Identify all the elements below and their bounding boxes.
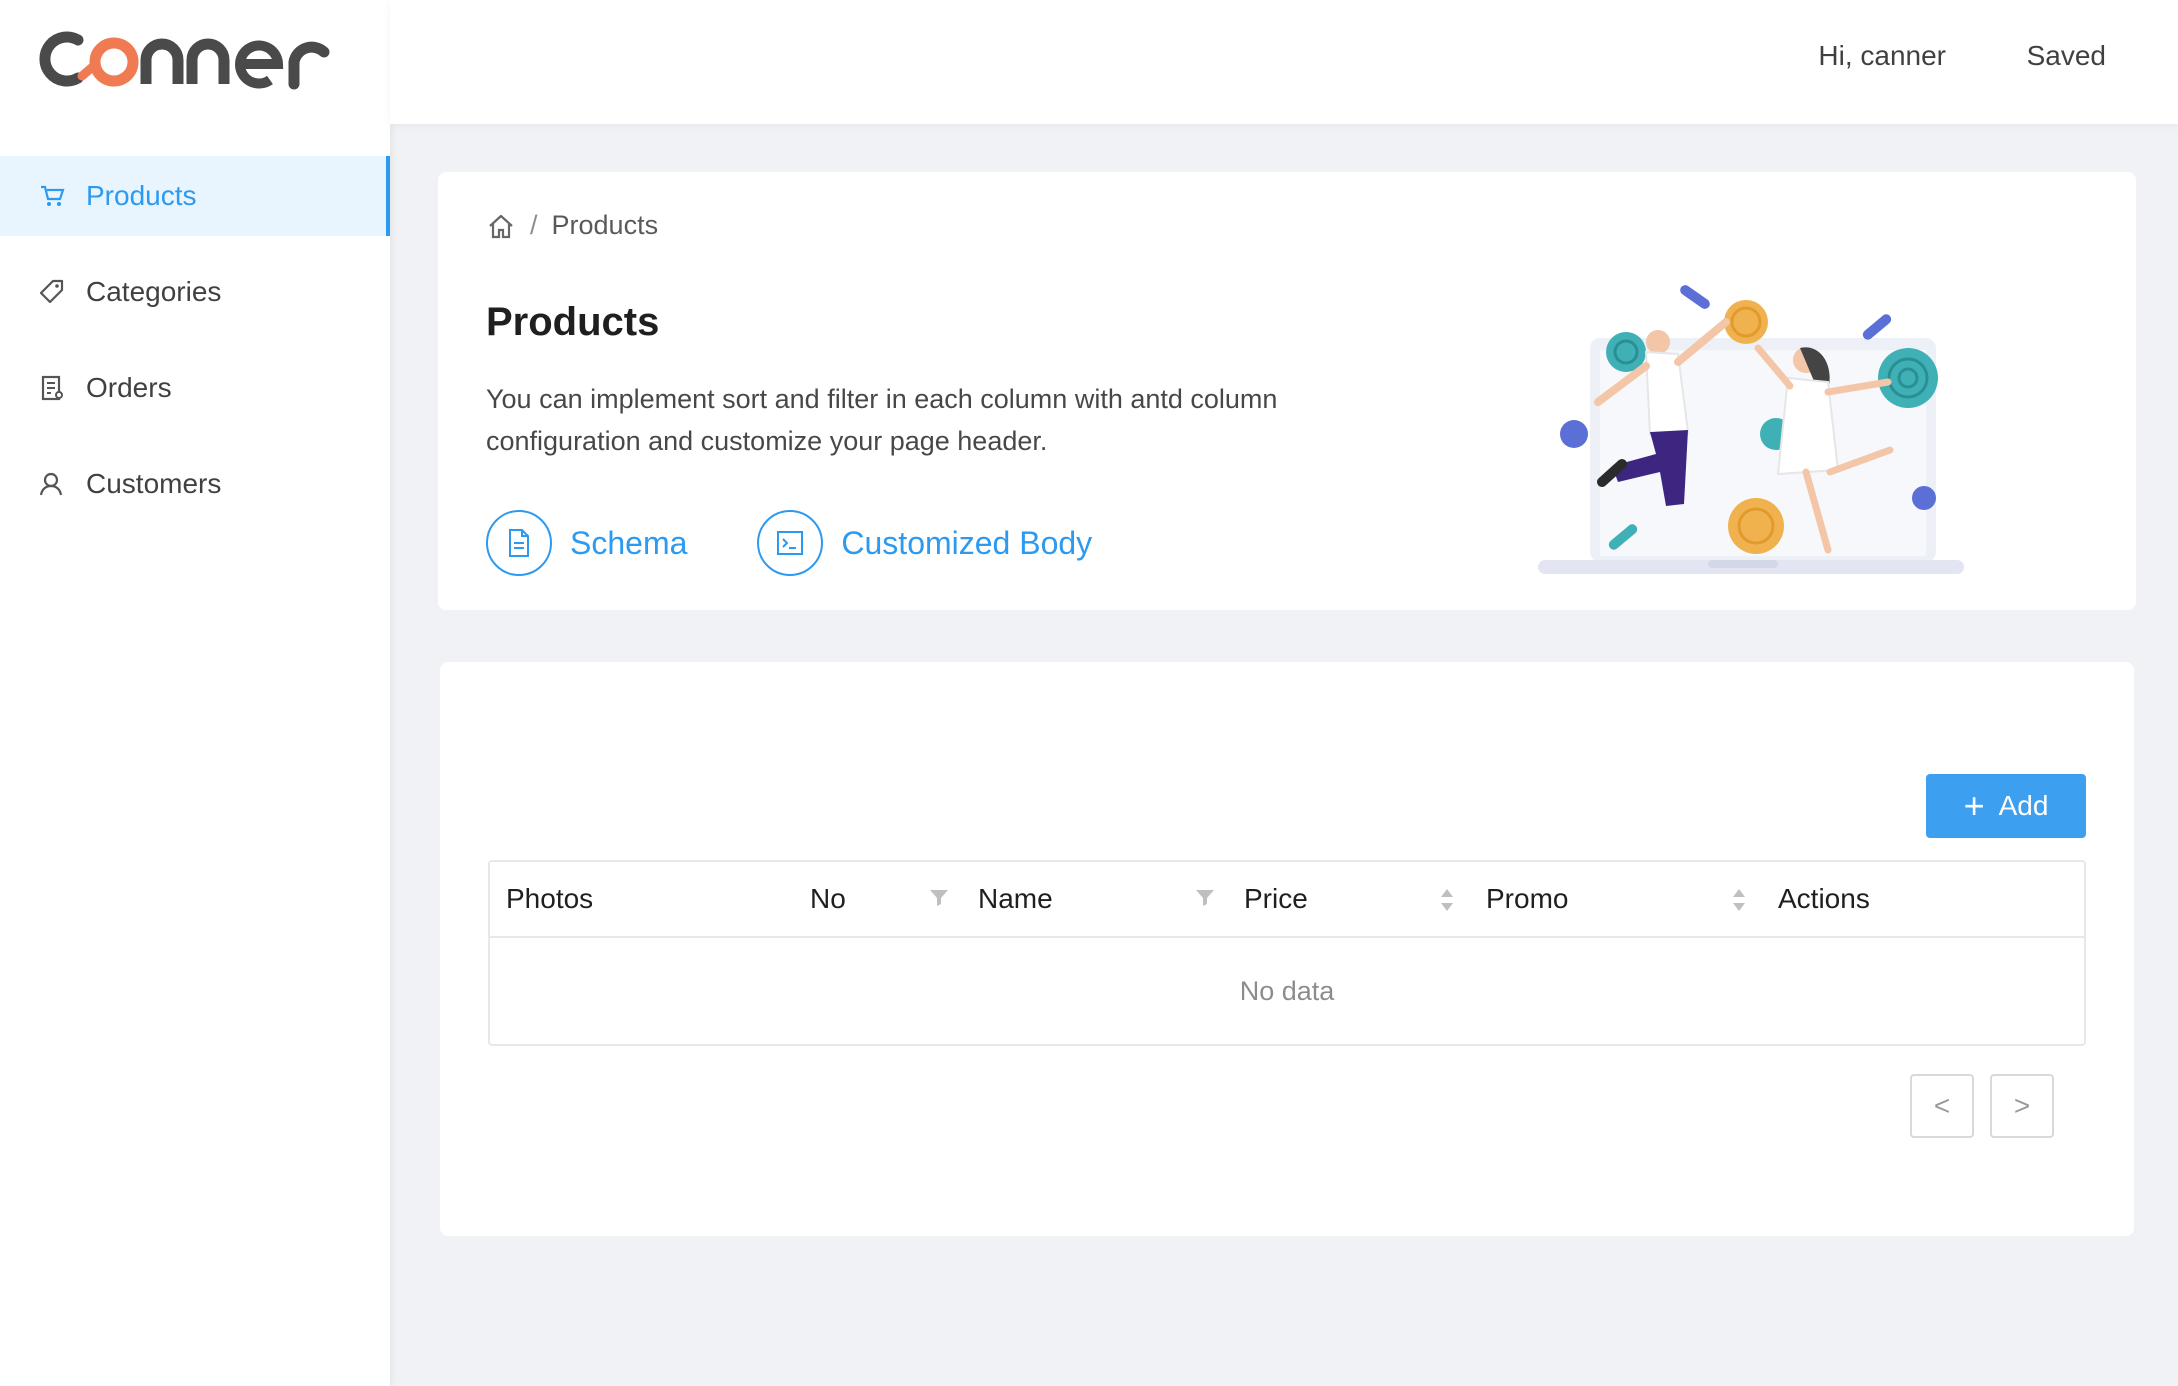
page-header-illustration	[1538, 282, 1978, 592]
chevron-right-icon: >	[2013, 1090, 2031, 1121]
column-header-name[interactable]: Name	[978, 862, 1053, 936]
column-header-price[interactable]: Price	[1244, 862, 1308, 936]
column-header-no[interactable]: No	[810, 862, 846, 936]
plus-icon: +	[1963, 785, 1985, 826]
column-label: No	[810, 883, 846, 914]
column-label: Promo	[1486, 883, 1569, 914]
sidebar: Products Categories Orders Customers	[0, 0, 390, 1386]
canner-logo[interactable]	[38, 26, 344, 90]
sidebar-item-customers[interactable]: Customers	[0, 444, 390, 524]
column-header-photos: Photos	[506, 862, 593, 936]
table-header: Photos No Name Price Promo Actions	[490, 862, 2084, 938]
breadcrumb-separator: /	[530, 210, 538, 240]
add-button-label: Add	[1998, 790, 2049, 821]
column-label: Actions	[1778, 883, 1870, 914]
products-table: Photos No Name Price Promo Actions No da…	[488, 860, 2086, 1046]
sort-icon[interactable]	[1730, 886, 1748, 919]
customized-body-link[interactable]: Customized Body	[757, 510, 1092, 576]
pagination-next-button[interactable]: >	[1990, 1074, 2054, 1138]
user-greeting[interactable]: Hi, canner	[1818, 40, 1946, 72]
page-links: Schema Customized Body	[486, 510, 1162, 576]
column-label: Price	[1244, 883, 1308, 914]
filter-icon[interactable]	[928, 886, 950, 913]
breadcrumb-current: Products	[551, 210, 659, 240]
sidebar-item-label: Categories	[86, 276, 222, 307]
breadcrumb: / Products	[486, 210, 658, 241]
receipt-icon	[38, 374, 66, 402]
home-icon[interactable]	[486, 211, 516, 241]
sidebar-item-products[interactable]: Products	[0, 156, 390, 236]
products-table-card: + Add Photos No Name Price Promo Actions…	[440, 662, 2134, 1236]
sidebar-item-categories[interactable]: Categories	[0, 252, 390, 332]
file-icon	[486, 510, 552, 576]
schema-link[interactable]: Schema	[486, 510, 687, 576]
table-empty-state: No data	[490, 938, 2084, 1044]
sort-icon[interactable]	[1438, 886, 1456, 919]
empty-text: No data	[1239, 975, 1335, 1006]
sidebar-item-label: Orders	[86, 372, 172, 403]
sidebar-item-label: Customers	[86, 468, 222, 499]
page-header-card: / Products Products You can implement so…	[438, 172, 2136, 610]
customized-body-link-label: Customized Body	[841, 524, 1093, 561]
tag-icon	[38, 278, 66, 306]
user-icon	[38, 470, 66, 498]
column-header-actions: Actions	[1778, 862, 1870, 936]
add-button[interactable]: + Add	[1926, 774, 2086, 838]
cart-icon	[38, 182, 66, 210]
schema-link-label: Schema	[570, 524, 688, 561]
save-status: Saved	[2026, 40, 2106, 71]
column-label: Photos	[506, 883, 594, 914]
page-description: You can implement sort and filter in eac…	[486, 384, 1278, 456]
sidebar-menu: Products Categories Orders Customers	[0, 156, 390, 540]
code-icon	[757, 510, 824, 576]
sidebar-item-orders[interactable]: Orders	[0, 348, 390, 428]
top-header: Hi, canner Saved	[390, 0, 2178, 124]
filter-icon[interactable]	[1194, 886, 1216, 913]
page-title: Products	[486, 300, 660, 344]
column-label: Name	[978, 883, 1053, 914]
chevron-left-icon: <	[1933, 1090, 1951, 1121]
pagination-prev-button[interactable]: <	[1910, 1074, 1974, 1138]
sidebar-item-label: Products	[86, 180, 197, 211]
column-header-promo[interactable]: Promo	[1486, 862, 1568, 936]
